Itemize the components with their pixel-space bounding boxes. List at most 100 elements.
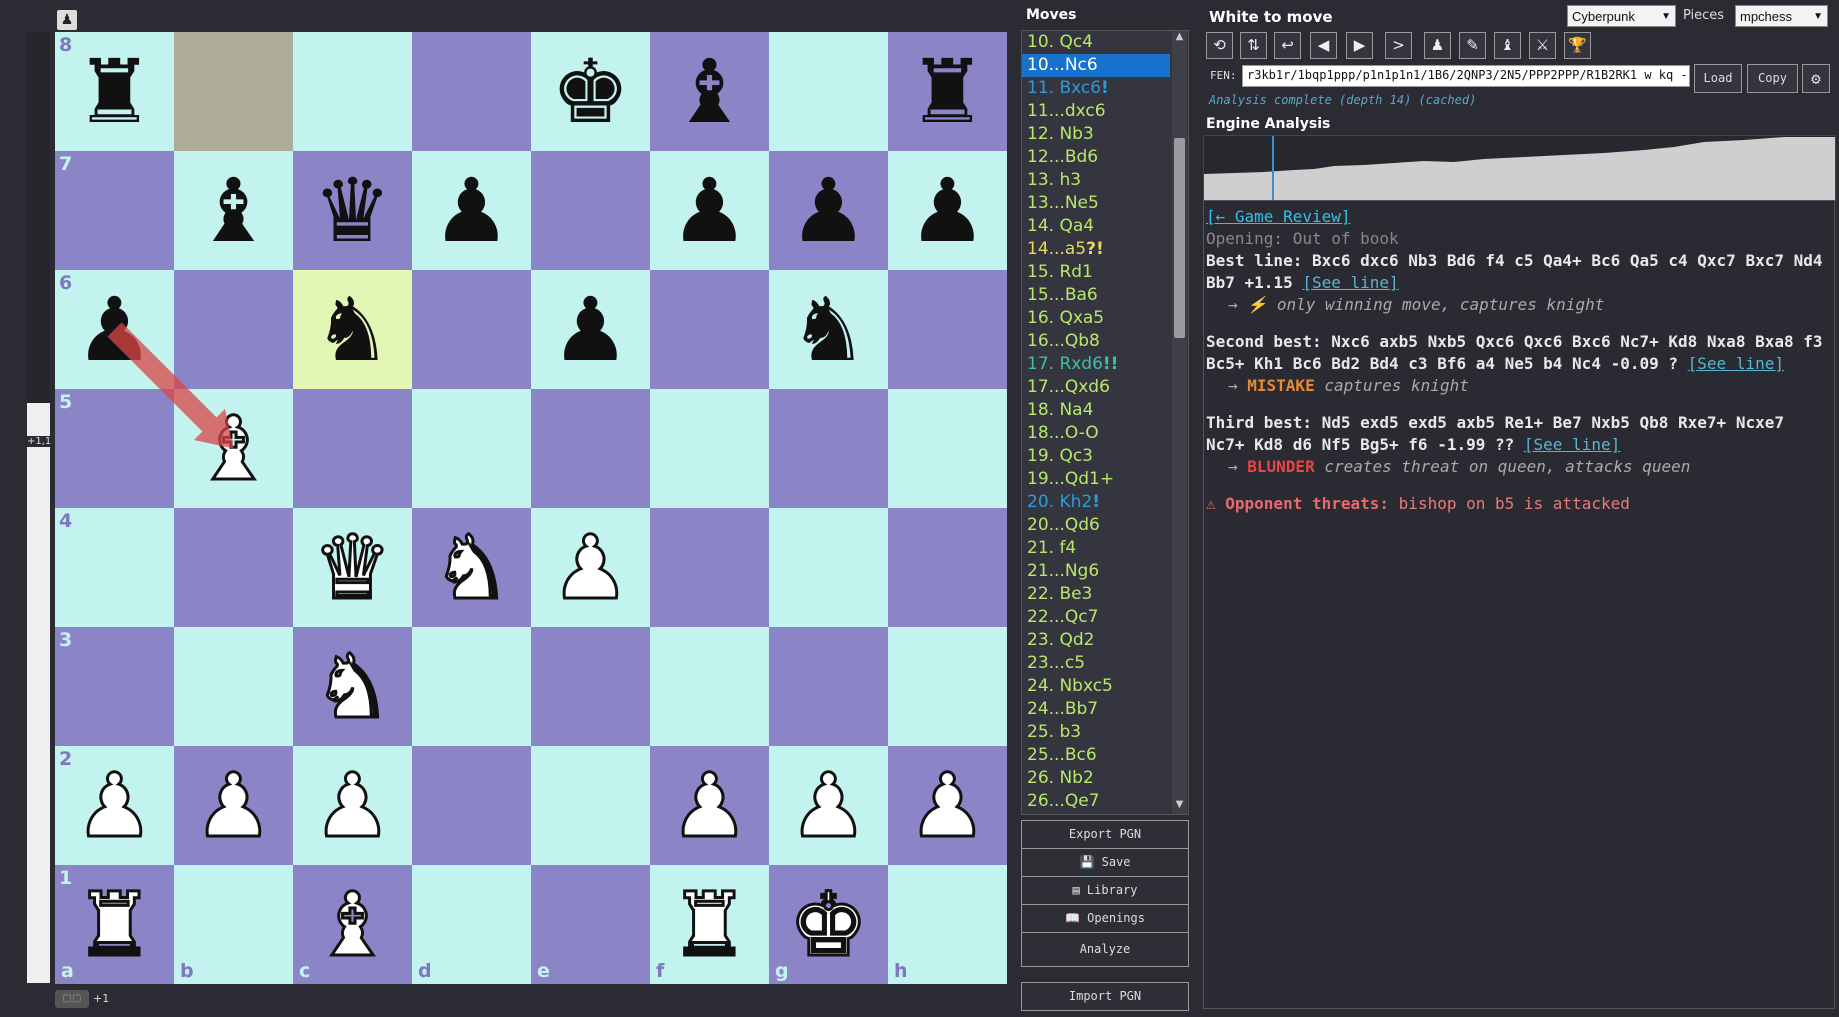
square-c3[interactable]: ♞	[293, 627, 412, 746]
square-d1[interactable]: d	[412, 865, 531, 984]
move-item[interactable]: 15. Rd1	[1022, 261, 1170, 284]
move-item[interactable]: 26. Nb2	[1022, 767, 1170, 790]
bishop-icon[interactable]: ♝	[1494, 32, 1521, 59]
scroll-thumb[interactable]	[1174, 138, 1185, 338]
square-a2[interactable]: 2 ♟	[55, 746, 174, 865]
square-f6[interactable]	[650, 270, 769, 389]
settings-icon[interactable]: ⚙	[1802, 64, 1830, 93]
load-button[interactable]: Load	[1694, 64, 1742, 93]
black-pawn-icon[interactable]: ♟	[531, 270, 650, 389]
black-pawn-icon[interactable]: ♟	[769, 151, 888, 270]
square-e8[interactable]: ♚	[531, 32, 650, 151]
move-item[interactable]: 10...Nc6	[1022, 54, 1170, 77]
scroll-down-icon[interactable]: ▼	[1172, 799, 1187, 814]
move-item[interactable]: 10. Qc4	[1022, 31, 1170, 54]
square-c4[interactable]: ♛	[293, 508, 412, 627]
move-item[interactable]: 22. Be3	[1022, 583, 1170, 606]
square-a8[interactable]: 8 ♜	[55, 32, 174, 151]
black-queen-icon[interactable]: ♛	[293, 151, 412, 270]
square-h8[interactable]: ♜	[888, 32, 1007, 151]
square-h7[interactable]: ♟	[888, 151, 1007, 270]
square-f4[interactable]	[650, 508, 769, 627]
move-item[interactable]: 12...Bd6	[1022, 146, 1170, 169]
square-e1[interactable]: e	[531, 865, 650, 984]
swords-icon[interactable]: ⚔	[1529, 32, 1556, 59]
trophy-icon[interactable]: 🏆	[1564, 32, 1591, 59]
move-item[interactable]: 17...Qxd6	[1022, 376, 1170, 399]
move-item[interactable]: 13. h3	[1022, 169, 1170, 192]
move-item[interactable]: 14...a5?!	[1022, 238, 1170, 261]
move-item[interactable]: 21. f4	[1022, 537, 1170, 560]
black-knight-icon[interactable]: ♞	[769, 270, 888, 389]
copy-button[interactable]: Copy	[1747, 64, 1798, 93]
square-g4[interactable]	[769, 508, 888, 627]
move-item[interactable]: 15...Ba6	[1022, 284, 1170, 307]
square-a3[interactable]: 3	[55, 627, 174, 746]
move-item[interactable]: 24...Bb7	[1022, 698, 1170, 721]
square-h1[interactable]: h	[888, 865, 1007, 984]
square-b2[interactable]: ♟	[174, 746, 293, 865]
next-move-icon[interactable]: ▶	[1346, 32, 1373, 59]
white-pawn-icon[interactable]: ♟	[55, 746, 174, 865]
move-item[interactable]: 25. b3	[1022, 721, 1170, 744]
square-c5[interactable]	[293, 389, 412, 508]
square-g1[interactable]: g ♚	[769, 865, 888, 984]
square-f5[interactable]	[650, 389, 769, 508]
square-b5[interactable]: ♝	[174, 389, 293, 508]
move-item[interactable]: 22...Qc7	[1022, 606, 1170, 629]
white-knight-icon[interactable]: ♞	[412, 508, 531, 627]
reset-icon[interactable]: ⟲	[1206, 32, 1233, 59]
move-item[interactable]: 20...Qd6	[1022, 514, 1170, 537]
move-item[interactable]: 24. Nbxc5	[1022, 675, 1170, 698]
theme-select[interactable]: Cyberpunk ▼	[1567, 5, 1676, 27]
square-e3[interactable]	[531, 627, 650, 746]
white-pawn-icon[interactable]: ♟	[769, 746, 888, 865]
third-see-line-link[interactable]: [See line]	[1524, 435, 1620, 454]
move-item[interactable]: 12. Nb3	[1022, 123, 1170, 146]
square-h5[interactable]	[888, 389, 1007, 508]
square-b8[interactable]	[174, 32, 293, 151]
square-e6[interactable]: ♟	[531, 270, 650, 389]
square-a5[interactable]: 5	[55, 389, 174, 508]
square-e2[interactable]	[531, 746, 650, 865]
move-item[interactable]: 16. Qxa5	[1022, 307, 1170, 330]
square-h4[interactable]	[888, 508, 1007, 627]
square-f7[interactable]: ♟	[650, 151, 769, 270]
square-b6[interactable]	[174, 270, 293, 389]
square-f3[interactable]	[650, 627, 769, 746]
white-king-icon[interactable]: ♚	[769, 865, 888, 984]
square-a6[interactable]: 6 ♟	[55, 270, 174, 389]
square-d2[interactable]	[412, 746, 531, 865]
save-button[interactable]: 💾 Save	[1021, 848, 1189, 877]
flip-board-icon[interactable]: ⇅	[1240, 32, 1267, 59]
square-d7[interactable]: ♟	[412, 151, 531, 270]
move-item[interactable]: 18. Na4	[1022, 399, 1170, 422]
square-c8[interactable]	[293, 32, 412, 151]
square-d3[interactable]	[412, 627, 531, 746]
square-g2[interactable]: ♟	[769, 746, 888, 865]
square-g7[interactable]: ♟	[769, 151, 888, 270]
moves-scrollbar[interactable]: ▲ ▼	[1172, 31, 1187, 814]
white-rook-icon[interactable]: ♜	[650, 865, 769, 984]
square-g5[interactable]	[769, 389, 888, 508]
move-item[interactable]: 19...Qd1+	[1022, 468, 1170, 491]
move-item[interactable]: 19. Qc3	[1022, 445, 1170, 468]
analyze-button[interactable]: Analyze	[1021, 932, 1189, 967]
import-pgn-button[interactable]: Import PGN	[1021, 982, 1189, 1011]
white-pawn-icon[interactable]: ♟	[888, 746, 1007, 865]
white-bishop-icon[interactable]: ♝	[174, 389, 293, 508]
square-b3[interactable]	[174, 627, 293, 746]
move-item[interactable]: 18...O-O	[1022, 422, 1170, 445]
openings-button[interactable]: 📖 Openings	[1021, 904, 1189, 933]
square-f2[interactable]: ♟	[650, 746, 769, 865]
square-g6[interactable]: ♞	[769, 270, 888, 389]
game-review-back-link[interactable]: [← Game Review]	[1206, 207, 1351, 226]
square-b1[interactable]: b	[174, 865, 293, 984]
best-see-line-link[interactable]: [See line]	[1302, 273, 1398, 292]
last-move-icon[interactable]: >	[1385, 32, 1412, 59]
export-pgn-button[interactable]: Export PGN	[1021, 820, 1189, 849]
square-e7[interactable]	[531, 151, 650, 270]
square-f1[interactable]: f ♜	[650, 865, 769, 984]
pieces-select[interactable]: mpchess ▼	[1735, 5, 1828, 27]
square-g8[interactable]	[769, 32, 888, 151]
